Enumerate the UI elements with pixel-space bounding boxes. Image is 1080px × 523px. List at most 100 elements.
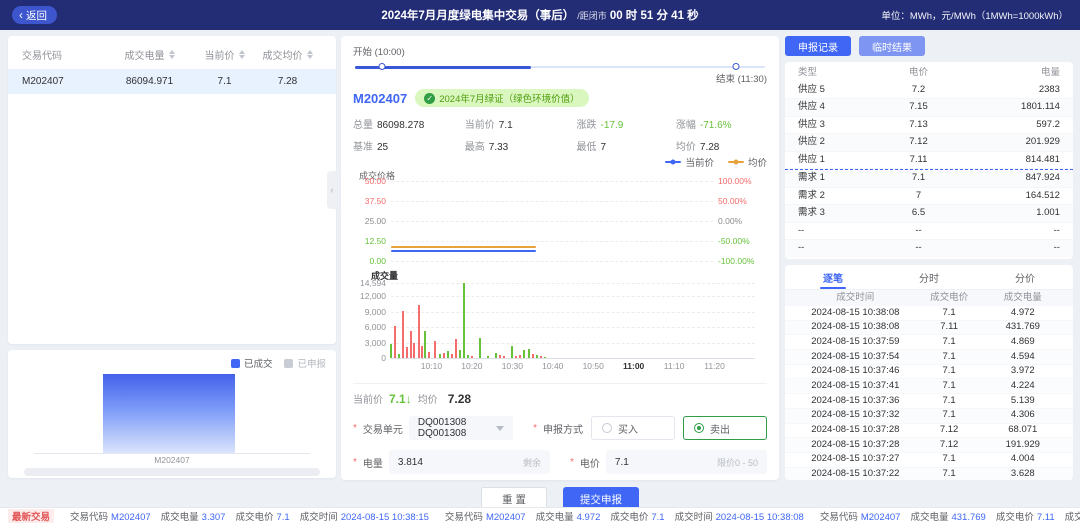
book-cell: -- — [915, 224, 922, 236]
trades-header-cell: 成交电量 — [1003, 291, 1042, 303]
ticker-price: 成交电价 7.1 — [610, 509, 664, 523]
session-time-slider[interactable] — [355, 63, 765, 70]
trade-cell: 2024-08-15 10:37:41 — [811, 380, 900, 392]
stat-label: 最高 — [464, 142, 485, 153]
volume-bar — [424, 330, 427, 358]
book-row[interactable]: 供应 5 7.2 2383 — [785, 82, 1073, 99]
trade-row: 2024-08-15 10:37:22 7.1 3.628 — [785, 467, 1073, 480]
trade-row: 2024-08-15 10:37:28 7.12 191.929 — [785, 438, 1073, 453]
book-cell: 供应 3 — [798, 118, 825, 130]
trade-unit-select[interactable]: DQ001308 DQ001308 — [408, 416, 514, 440]
trade-row: 2024-08-15 10:37:28 7.12 68.071 — [785, 424, 1073, 439]
book-row[interactable]: -- -- -- — [785, 240, 1073, 257]
trade-cell: 4.004 — [1010, 453, 1035, 465]
trade-cell: 7.1 — [942, 394, 956, 406]
volume-gridline — [391, 283, 755, 284]
book-cell: 7.2 — [911, 83, 926, 95]
book-row[interactable]: -- -- -- — [785, 223, 1073, 240]
ticker-value: M202407 — [860, 511, 901, 523]
tab-1[interactable]: 分时 — [881, 265, 977, 289]
volume-bar — [462, 283, 465, 358]
volume-x-tick: 10:20 — [461, 361, 483, 371]
volume-bar — [458, 350, 461, 358]
form-row-2: * 电量 3.814 剩余 * 电价 7.1 限价0 - 50 — [353, 450, 767, 474]
temp-results-button[interactable]: 临时结果 — [859, 36, 925, 56]
book-row[interactable]: 供应 2 7.12 201.929 — [785, 134, 1073, 152]
tab-2[interactable]: 分价 — [977, 265, 1073, 289]
green-cert-badge: ✓ 2024年7月绿证（绿色环境价值） — [415, 89, 589, 107]
ticker-label: 成交电价 — [995, 511, 1034, 523]
declare-records-button[interactable]: 申报记录 — [785, 36, 851, 56]
back-button[interactable]: ‹ 返回 — [12, 6, 57, 24]
volume-axis-label: 3,000 — [364, 337, 386, 348]
ticker-volume: 成交电量 431.769 — [910, 509, 985, 523]
volume-bar — [410, 331, 413, 358]
legend-avg-price[interactable]: 均价 — [727, 155, 767, 169]
price-input[interactable]: 7.1 限价0 - 50 — [605, 450, 767, 474]
slider-handle-right[interactable] — [732, 63, 740, 70]
book-cell: 需求 1 — [798, 172, 825, 183]
ticker-volume: 成交电量 3.307 — [161, 509, 226, 523]
trade-row: 2024-08-15 10:37:36 7.1 5.139 — [785, 394, 1073, 409]
chevron-down-icon — [496, 425, 505, 431]
book-row[interactable]: 需求 2 7 164.512 — [785, 188, 1073, 205]
legend-current-price[interactable]: 当前价 — [665, 155, 714, 169]
book-row[interactable]: 供应 3 7.13 597.2 — [785, 117, 1073, 134]
trade-cell: 3.972 — [1010, 365, 1035, 377]
divider — [353, 383, 767, 384]
sell-radio[interactable]: 卖出 — [683, 416, 767, 440]
volume-bar — [442, 353, 445, 358]
trading-app: ‹ 返回 2024年7月月度绿电集中交易（事后） /距闭市 00 时 51 分 … — [0, 0, 1080, 523]
back-label: 返回 — [26, 9, 47, 22]
price-series-line-current — [391, 249, 536, 252]
book-row[interactable]: 需求 3 6.5 1.001 — [785, 205, 1073, 223]
volume-bar — [519, 355, 522, 358]
book-row[interactable]: 供应 4 7.15 1801.114 — [785, 99, 1073, 117]
stat-value: 7.33 — [488, 142, 509, 153]
sort-icon[interactable] — [306, 50, 313, 59]
book-cell: 7 — [915, 189, 922, 201]
radio-on-icon — [694, 423, 704, 433]
trade-cell: 431.769 — [1005, 321, 1040, 333]
ticker-value: 3.307 — [201, 511, 226, 523]
sort-icon[interactable] — [168, 50, 175, 59]
book-cell: 1801.114 — [1021, 101, 1060, 112]
trade-cell: 4.594 — [1010, 350, 1035, 362]
volume-bar — [487, 356, 490, 358]
volume-bar — [535, 355, 538, 358]
trade-row: 2024-08-15 10:37:27 7.1 4.004 — [785, 453, 1073, 468]
chart-zoom-scrollbar[interactable] — [24, 468, 320, 476]
book-row[interactable]: 需求 1 7.1 847.924 — [785, 169, 1073, 188]
qty-hint: 剩余 — [522, 457, 541, 468]
bar-category-label: M202407 — [154, 455, 190, 465]
price-axis-label-left: 25.00 — [364, 216, 386, 226]
volume-bar — [421, 346, 424, 358]
ticker-label: 成交电量 — [535, 511, 574, 523]
buy-radio[interactable]: 买入 — [591, 416, 675, 440]
book-cell: 597.2 — [1036, 118, 1060, 130]
legend-done[interactable]: 已成交 — [230, 356, 272, 370]
slider-handle-left[interactable] — [378, 63, 386, 70]
book-cell: 7.13 — [909, 118, 928, 130]
trade-cell: 4.224 — [1010, 380, 1035, 392]
book-row[interactable]: 供应 1 7.11 814.481 — [785, 152, 1073, 169]
ticker-label: 交易代码 — [444, 511, 483, 523]
ticker-value: 2024-08-15 10:38:08 — [715, 511, 804, 523]
market-cell: 86094.971 — [125, 76, 174, 87]
volume-x-tick: 11:20 — [704, 361, 725, 371]
market-table-row[interactable]: M202407 86094.971 7.1 7.28 — [8, 69, 336, 94]
ticker-label: 交易代码 — [70, 511, 109, 523]
qty-value: 3.814 — [397, 456, 423, 468]
qty-label: 电量 — [362, 458, 383, 470]
sort-icon[interactable] — [238, 50, 245, 59]
legend-declared[interactable]: 已申报 — [284, 356, 326, 370]
stat-value: -71.6% — [699, 120, 732, 131]
ticker-code: 交易代码 M202407 — [445, 509, 526, 523]
collapse-panel-handle[interactable]: ‹ — [327, 171, 337, 209]
trade-cell: 7.1 — [942, 409, 956, 421]
session-start-label: 开始 (10:00) — [353, 47, 405, 58]
tab-0[interactable]: 逐笔 — [785, 265, 881, 289]
trade-row: 2024-08-15 10:37:54 7.1 4.594 — [785, 350, 1073, 365]
qty-input[interactable]: 3.814 剩余 — [388, 450, 550, 474]
ticker-value: 2024-08-15 10:38:15 — [340, 511, 429, 523]
